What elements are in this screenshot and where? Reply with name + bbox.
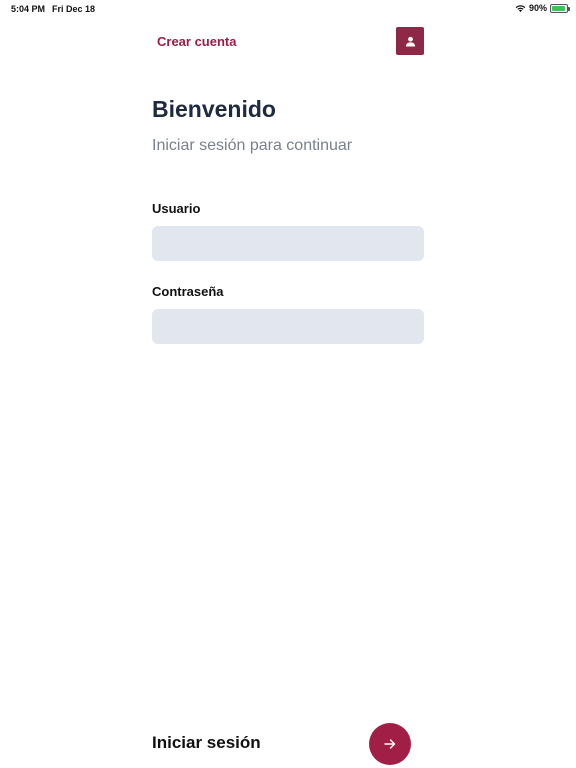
status-indicators: 90% — [515, 3, 570, 13]
page-subtitle: Iniciar sesión para continuar — [152, 137, 353, 154]
create-account-link[interactable]: Crear cuenta — [157, 34, 236, 49]
status-date: Fri Dec 18 — [52, 4, 96, 14]
profile-button[interactable] — [396, 27, 424, 55]
password-input[interactable] — [152, 309, 424, 344]
wifi-icon — [515, 4, 526, 12]
battery-icon — [550, 3, 570, 13]
sign-in-label: Iniciar sesión — [152, 733, 261, 752]
login-screen: 5:04 PM Fri Dec 18 90% Crear cuenta Bien… — [0, 0, 576, 768]
sign-in-button[interactable] — [369, 723, 411, 765]
status-bar: 5:04 PM Fri Dec 18 90% — [0, 0, 576, 18]
page-title: Bienvenido — [152, 96, 276, 122]
person-icon — [405, 36, 415, 47]
username-input[interactable] — [152, 226, 424, 261]
battery-level — [552, 5, 565, 11]
arrow-right-icon — [384, 739, 396, 749]
status-time: 5:04 PM — [11, 4, 46, 14]
password-label: Contraseña — [152, 284, 224, 299]
battery-percent: 90% — [528, 3, 547, 13]
username-label: Usuario — [152, 201, 201, 216]
